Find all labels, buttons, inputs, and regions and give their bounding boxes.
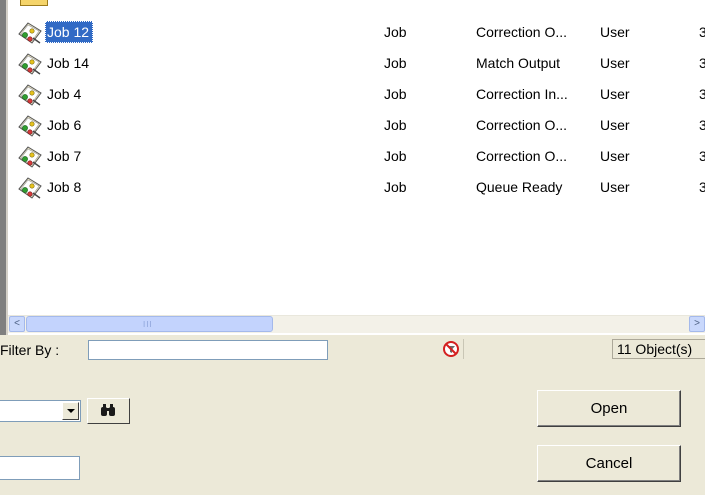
job-icon bbox=[16, 175, 44, 201]
row-extra: 3 bbox=[699, 179, 705, 195]
row-owner: User bbox=[600, 179, 630, 195]
list-row[interactable]: Job 7 Job Correction O... User 3 bbox=[0, 142, 705, 173]
row-owner: User bbox=[600, 117, 630, 133]
row-type: Job bbox=[384, 24, 407, 40]
search-field-dropdown[interactable] bbox=[0, 400, 81, 422]
binoculars-icon bbox=[101, 404, 115, 416]
job-icon bbox=[16, 144, 44, 170]
row-type: Job bbox=[384, 179, 407, 195]
scrollbar-thumb[interactable]: III bbox=[26, 316, 273, 332]
filter-input[interactable] bbox=[88, 340, 328, 360]
row-type: Job bbox=[384, 86, 407, 102]
row-status: Correction In... bbox=[476, 86, 568, 102]
list-row[interactable]: Job 14 Job Match Output User 3 bbox=[0, 49, 705, 80]
row-extra: 3 bbox=[699, 55, 705, 71]
job-icon bbox=[16, 113, 44, 139]
row-name: Job 7 bbox=[47, 148, 82, 164]
row-status: Correction O... bbox=[476, 148, 568, 164]
text-field[interactable] bbox=[0, 456, 80, 480]
clear-filter-icon bbox=[443, 341, 459, 357]
list-row[interactable]: Job 12 Job Correction O... User 3 bbox=[0, 18, 705, 49]
list-row[interactable]: Job 6 Job Correction O... User 3 bbox=[0, 111, 705, 142]
row-name: Job 8 bbox=[47, 179, 82, 195]
list-row[interactable]: Job 4 Job Correction In... User 3 bbox=[0, 80, 705, 111]
clear-filter-button[interactable] bbox=[441, 339, 464, 359]
row-name: Job 14 bbox=[47, 55, 90, 71]
chevron-down-icon[interactable] bbox=[62, 402, 79, 420]
row-owner: User bbox=[600, 24, 630, 40]
job-icon bbox=[16, 51, 44, 77]
row-owner: User bbox=[600, 148, 630, 164]
row-name: Job 4 bbox=[47, 86, 82, 102]
scroll-right-button[interactable]: > bbox=[689, 316, 705, 332]
row-extra: 3 bbox=[699, 24, 705, 40]
list-row[interactable]: Job 8 Job Queue Ready User 3 bbox=[0, 173, 705, 204]
row-owner: User bbox=[600, 55, 630, 71]
row-extra: 3 bbox=[699, 86, 705, 102]
row-status: Correction O... bbox=[476, 24, 568, 40]
job-icon bbox=[16, 82, 44, 108]
row-type: Job bbox=[384, 117, 407, 133]
row-status: Correction O... bbox=[476, 117, 568, 133]
row-owner: User bbox=[600, 86, 630, 102]
horizontal-scrollbar[interactable]: < III > bbox=[8, 315, 705, 333]
job-icon bbox=[16, 20, 44, 46]
row-extra: 3 bbox=[699, 148, 705, 164]
scroll-right-arrow-icon: > bbox=[694, 318, 700, 329]
filter-label: Filter By : bbox=[0, 342, 60, 358]
scrollbar-grip-icon: III bbox=[143, 320, 153, 329]
object-count: 11 Object(s) bbox=[612, 339, 705, 359]
filter-bar: Filter By : 11 Object(s) bbox=[0, 335, 705, 362]
folder-icon bbox=[20, 0, 48, 6]
open-button[interactable]: Open bbox=[537, 390, 681, 427]
row-status: Match Output bbox=[476, 55, 561, 71]
cancel-button[interactable]: Cancel bbox=[537, 445, 681, 482]
find-button[interactable] bbox=[87, 398, 130, 424]
row-extra: 3 bbox=[699, 117, 705, 133]
row-type: Job bbox=[384, 148, 407, 164]
row-type: Job bbox=[384, 55, 407, 71]
row-status: Queue Ready bbox=[476, 179, 563, 195]
row-name: Job 12 bbox=[45, 21, 94, 43]
scroll-left-button[interactable]: < bbox=[9, 316, 25, 332]
job-list[interactable]: Job 12 Job Correction O... User 3 Job 14 Job Ma… bbox=[0, 0, 705, 335]
scroll-left-arrow-icon: < bbox=[14, 318, 20, 329]
row-name: Job 6 bbox=[47, 117, 82, 133]
